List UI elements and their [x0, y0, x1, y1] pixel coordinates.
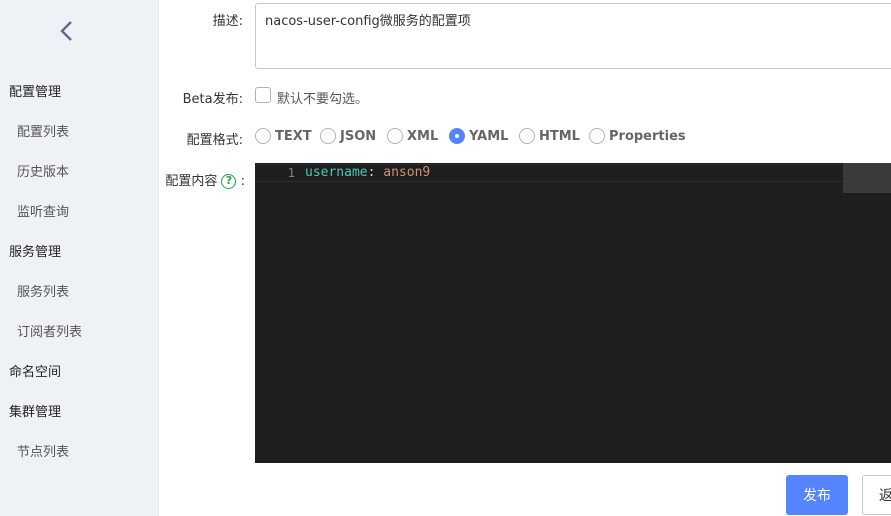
sidebar-item-node-list[interactable]: 节点列表	[0, 441, 159, 465]
radio-label: TEXT	[275, 128, 312, 144]
format-radio-yaml[interactable]: YAML	[449, 127, 508, 145]
content-label-row: 配置内容 ? :	[162, 170, 245, 189]
yaml-value: anson9	[383, 165, 431, 180]
content-label: 配置内容	[165, 174, 218, 189]
beta-label: Beta发布:	[182, 92, 243, 107]
radio-label: JSON	[340, 128, 377, 144]
sidebar-group-cluster-management[interactable]: 集群管理	[0, 401, 159, 425]
code-line: username: anson9	[305, 165, 430, 180]
radio-circle	[255, 128, 271, 144]
code-editor[interactable]: 1 username: anson9	[255, 163, 891, 463]
content-label-colon: :	[240, 174, 245, 189]
radio-circle	[387, 128, 403, 144]
format-radio-html[interactable]: HTML	[519, 127, 580, 145]
chevron-left-icon[interactable]	[56, 16, 78, 46]
yaml-key: username	[305, 165, 368, 180]
sidebar-group-namespace[interactable]: 命名空间	[0, 361, 159, 385]
sidebar-item-config-list[interactable]: 配置列表	[0, 121, 159, 145]
radio-circle-selected	[449, 128, 465, 144]
sidebar-group-config-management[interactable]: 配置管理	[0, 81, 159, 105]
radio-circle	[320, 128, 336, 144]
sidebar-item-subscriber-list[interactable]: 订阅者列表	[0, 321, 159, 345]
radio-label: HTML	[539, 128, 580, 144]
format-radio-properties[interactable]: Properties	[589, 127, 686, 145]
format-label: 配置格式:	[186, 133, 243, 148]
format-radio-json[interactable]: JSON	[320, 127, 376, 145]
description-textarea[interactable]: nacos-user-config微服务的配置项	[255, 3, 891, 69]
back-button[interactable]: 返回	[862, 475, 891, 515]
radio-label: XML	[407, 128, 439, 144]
radio-circle	[589, 128, 605, 144]
publish-button[interactable]: 发布	[786, 475, 848, 515]
help-icon[interactable]: ?	[221, 174, 237, 189]
sidebar-group-service-management[interactable]: 服务管理	[0, 241, 159, 265]
radio-label: Properties	[609, 128, 686, 144]
line-number: 1	[287, 166, 295, 180]
sidebar: 配置管理 配置列表 历史版本 监听查询 服务管理 服务列表 订阅者列表 命名空间…	[0, 0, 159, 516]
format-radio-text[interactable]: TEXT	[255, 127, 312, 145]
sidebar-item-history[interactable]: 历史版本	[0, 161, 159, 185]
sidebar-item-listener-query[interactable]: 监听查询	[0, 201, 159, 225]
description-label: 描述:	[212, 14, 243, 29]
radio-label: YAML	[469, 128, 509, 144]
beta-checkbox[interactable]	[255, 87, 271, 103]
editor-minimap[interactable]	[843, 163, 891, 193]
yaml-separator: :	[367, 165, 384, 180]
sidebar-item-service-list[interactable]: 服务列表	[0, 281, 159, 305]
beta-checkbox-label: 默认不要勾选。	[277, 92, 369, 107]
radio-circle	[519, 128, 535, 144]
format-radio-xml[interactable]: XML	[387, 127, 438, 145]
